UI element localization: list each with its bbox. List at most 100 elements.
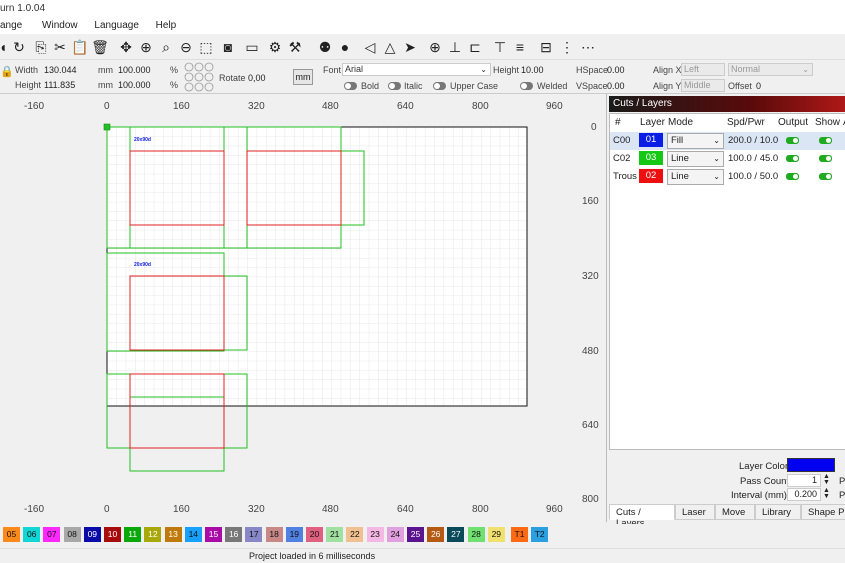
palette-chip-18[interactable]: 18	[265, 527, 283, 542]
palette-chip-13[interactable]: 13	[164, 527, 182, 542]
palette-chip-t1[interactable]: T1	[511, 527, 528, 542]
offset-field[interactable]: 0	[756, 81, 761, 91]
frame-select-icon[interactable]: ⬚	[197, 38, 215, 56]
palette-chip-t2[interactable]: T2	[531, 527, 549, 542]
menu-window[interactable]: Window	[42, 20, 78, 31]
copy-icon[interactable]: ⎘	[32, 38, 50, 56]
unit-toggle-button[interactable]: mm	[293, 69, 313, 85]
rotate-field[interactable]: 0,00	[248, 73, 266, 83]
palette-chip-27[interactable]: 27	[447, 527, 465, 542]
palette-chip-26[interactable]: 26	[427, 527, 445, 542]
interval-field[interactable]: 0.200	[787, 488, 821, 501]
monitor-icon[interactable]: ▭	[243, 38, 261, 56]
zoom-icon[interactable]: ⌕	[157, 38, 175, 56]
move-icon[interactable]: ✥	[117, 38, 135, 56]
align-icon[interactable]: ⊥	[446, 38, 464, 56]
hspace-field[interactable]: 0.00	[607, 65, 625, 75]
width-percent-field[interactable]: 100.000	[118, 65, 151, 75]
palette-chip-09[interactable]: 09	[83, 527, 101, 542]
text-height-field[interactable]: 10.00	[521, 65, 544, 75]
output-toggle[interactable]	[786, 137, 799, 144]
palette-chip-17[interactable]: 17	[245, 527, 263, 542]
design-canvas[interactable]: 20x90d 20x90d	[0, 94, 606, 522]
zoom-out-icon[interactable]: ⊖	[177, 38, 195, 56]
space-v-icon[interactable]: ⋮	[558, 38, 576, 56]
zoom-in-icon[interactable]: ⊕	[137, 38, 155, 56]
alignx-select[interactable]: Left	[681, 63, 725, 76]
mode-select[interactable]: Fill ⌄	[667, 133, 724, 149]
menu-help[interactable]: Help	[156, 20, 177, 31]
output-toggle[interactable]	[786, 173, 799, 180]
cut-icon[interactable]: ✂	[51, 38, 69, 56]
palette-chip-21[interactable]: 21	[326, 527, 344, 542]
height-field[interactable]: 111.835	[44, 80, 75, 90]
tab-library[interactable]: Library	[755, 504, 801, 520]
layer-row[interactable]: Trous 02 Line ⌄ 100.0 / 50.0	[610, 168, 845, 186]
blue-label[interactable]: 20x90d	[134, 262, 151, 268]
paste-icon[interactable]: 📋	[71, 38, 89, 56]
palette-chip-28[interactable]: 28	[467, 527, 485, 542]
anchor-grid[interactable]	[184, 62, 214, 92]
palette-chip-22[interactable]: 22	[346, 527, 364, 542]
crosshair-icon[interactable]: ⊕	[426, 38, 444, 56]
layer-row[interactable]: C00 01 Fill ⌄ 200.0 / 10.0	[610, 132, 845, 150]
mode-select[interactable]: Line ⌄	[667, 151, 724, 167]
font-select[interactable]: Arial ⌄	[342, 63, 491, 76]
vspace-field[interactable]: 0.00	[607, 81, 625, 91]
palette-chip-12[interactable]: 12	[144, 527, 162, 542]
user-icon[interactable]: ●	[336, 38, 354, 56]
show-toggle[interactable]	[819, 173, 832, 180]
delete-icon[interactable]: 🗑	[91, 38, 109, 56]
layer-row[interactable]: C02 03 Line ⌄ 100.0 / 45.0	[610, 150, 845, 168]
palette-chip-19[interactable]: 19	[285, 527, 303, 542]
palette-chip-16[interactable]: 16	[225, 527, 243, 542]
align-middle-icon[interactable]: ≡	[511, 38, 529, 56]
palette-chip-20[interactable]: 20	[306, 527, 323, 542]
show-toggle[interactable]	[819, 155, 832, 162]
dock-icon[interactable]: ⊟	[537, 38, 555, 56]
palette-chip-06[interactable]: 06	[23, 527, 41, 542]
palette-chip-08[interactable]: 08	[63, 527, 81, 542]
send-icon[interactable]: ➤	[401, 38, 419, 56]
redo-icon[interactable]: ↻	[10, 38, 28, 56]
palette-chip-23[interactable]: 23	[366, 527, 384, 542]
width-field[interactable]: 130.044	[44, 65, 77, 75]
distribute-icon[interactable]: ⊏	[466, 38, 484, 56]
mirror-h-icon[interactable]: ◁	[361, 38, 379, 56]
users-icon[interactable]: ⚉	[316, 38, 334, 56]
normal-select[interactable]: Normal ⌄	[728, 63, 813, 76]
uppercase-toggle[interactable]	[433, 82, 446, 90]
tab-laser[interactable]: Laser	[675, 504, 715, 520]
menu-arrange[interactable]: ange	[0, 20, 22, 31]
pass-count-field[interactable]: 1	[787, 474, 821, 487]
palette-chip-25[interactable]: 25	[407, 527, 424, 542]
welded-toggle[interactable]	[520, 82, 533, 90]
origin-marker[interactable]	[103, 123, 111, 131]
mirror-v-icon[interactable]: △	[381, 38, 399, 56]
pass-count-spinner[interactable]: ▲ ▼	[823, 473, 830, 486]
blue-label[interactable]: 20x90d	[134, 137, 151, 143]
align-top-icon[interactable]: ⊤	[491, 38, 509, 56]
tab-shape-properties[interactable]: Shape Prop	[801, 504, 845, 520]
palette-chip-05[interactable]: 05	[3, 527, 20, 542]
tab-move[interactable]: Move	[715, 504, 755, 520]
palette-chip-10[interactable]: 10	[104, 527, 121, 542]
menu-language[interactable]: Language	[94, 20, 139, 31]
work-area[interactable]: -160 0 160 320 480 640 800 960 -160 0 16…	[0, 94, 606, 522]
lock-icon[interactable]: 🔒	[0, 65, 14, 78]
italic-toggle[interactable]	[388, 82, 401, 90]
tab-cuts-layers[interactable]: Cuts / Layers	[609, 504, 675, 529]
mode-select[interactable]: Line ⌄	[667, 169, 724, 185]
aligny-select[interactable]: Middle	[681, 79, 725, 92]
space-h-icon[interactable]: ⋯	[579, 38, 597, 56]
bold-toggle[interactable]	[344, 82, 357, 90]
tools-icon[interactable]: ⚒	[286, 38, 304, 56]
output-toggle[interactable]	[786, 155, 799, 162]
palette-chip-24[interactable]: 24	[386, 527, 404, 542]
height-percent-field[interactable]: 100.000	[118, 80, 151, 90]
palette-chip-11[interactable]: 11	[124, 527, 142, 542]
palette-chip-15[interactable]: 15	[205, 527, 222, 542]
palette-chip-14[interactable]: 14	[184, 527, 202, 542]
palette-chip-07[interactable]: 07	[43, 527, 61, 542]
camera-icon[interactable]: ◙	[219, 38, 237, 56]
